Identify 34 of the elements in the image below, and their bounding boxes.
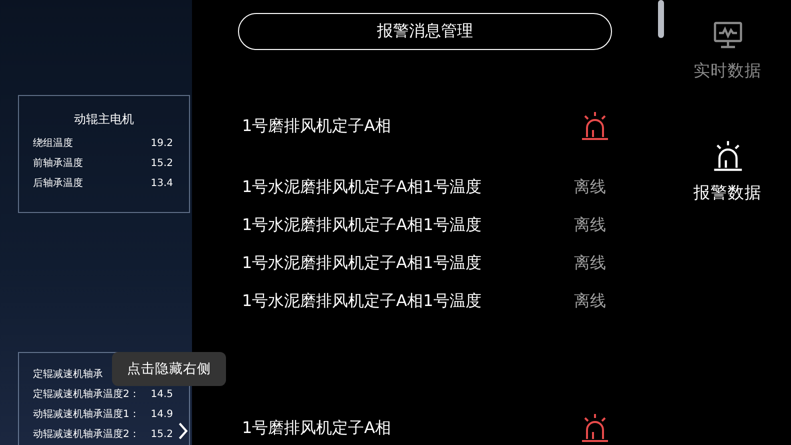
siren-icon [580, 413, 610, 443]
alarm-name: 1号水泥磨排风机定子A相1号温度 [242, 290, 482, 312]
metric-label: 动辊减速机轴承温度2： [33, 428, 140, 441]
metric-label: 前轴承温度 [33, 156, 83, 170]
nav-item[interactable]: 报警数据 [694, 140, 762, 204]
siren-icon [712, 140, 744, 172]
scrollbar-thumb[interactable] [658, 0, 664, 38]
metric-value: 14.9 [150, 408, 173, 420]
panel-title-button[interactable]: 报警消息管理 [238, 13, 612, 50]
alarm-name: 1号磨排风机定子A相 [242, 418, 392, 438]
tooltip: 点击隐藏右侧 [112, 352, 226, 386]
metric-label: 动辊减速机轴承温度1： [33, 408, 140, 421]
card-title: 动辊主电机 [73, 111, 135, 128]
metric-value: 13.4 [150, 178, 173, 188]
metric-label: 定辊减速机轴承 [33, 368, 103, 381]
siren-icon [580, 111, 610, 141]
metric-value: 15.2 [150, 428, 173, 440]
status-text: 离线 [574, 214, 606, 236]
metric-label: 后轴承温度 [33, 176, 83, 190]
alarm-name: 1号水泥磨排风机定子A相1号温度 [242, 214, 482, 236]
chevron-right-icon[interactable] [178, 420, 188, 442]
metric-value: 14.5 [150, 388, 173, 400]
metric-value: 19.2 [150, 138, 173, 148]
metric-label: 定辊减速机轴承温度2： [33, 388, 140, 401]
status-text: 离线 [574, 252, 606, 274]
alarm-name: 1号磨排风机定子A相 [242, 116, 392, 136]
nav-item[interactable]: 实时数据 [694, 20, 762, 82]
alarm-name: 1号水泥磨排风机定子A相1号温度 [242, 252, 482, 274]
status-text: 离线 [574, 176, 606, 198]
metric-label: 绕组温度 [33, 136, 73, 150]
monitor-icon [712, 20, 742, 50]
metric-value: 15.2 [150, 158, 173, 168]
alarm-name: 1号水泥磨排风机定子A相1号温度 [242, 176, 482, 198]
status-text: 离线 [574, 290, 606, 312]
